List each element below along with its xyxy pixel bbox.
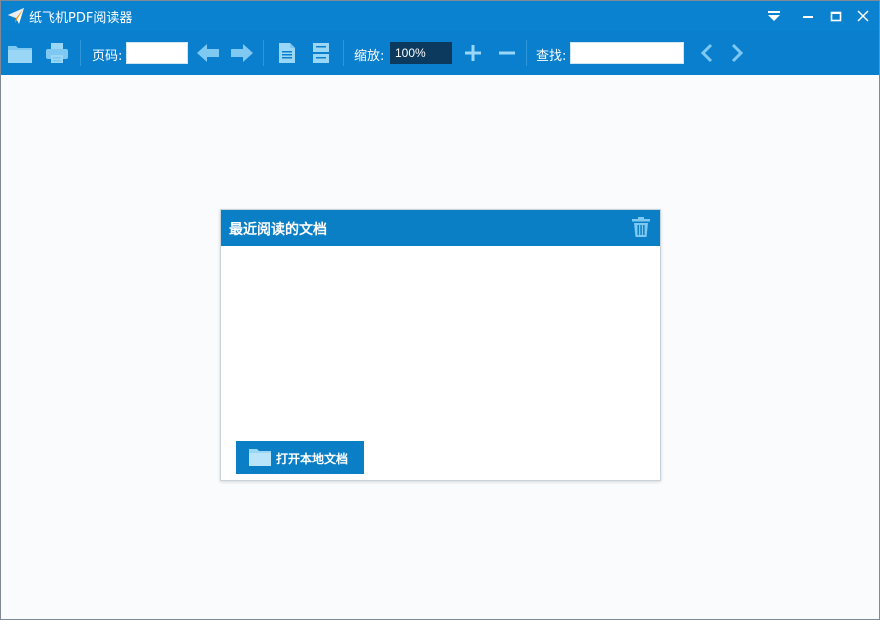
toolbar-separator [263, 40, 264, 66]
minimize-icon [803, 16, 813, 18]
previous-page-button[interactable] [196, 40, 220, 66]
toolbar-separator [80, 40, 81, 66]
find-input[interactable] [570, 42, 684, 64]
single-page-view-button[interactable] [277, 40, 297, 66]
recent-documents-list [221, 246, 660, 436]
folder-icon [8, 46, 32, 63]
clear-history-trash-icon[interactable] [631, 216, 651, 238]
zoom-label: 缩放: [354, 49, 385, 64]
chevron-left-icon [700, 43, 713, 63]
folder-icon [249, 449, 271, 466]
app-title: 纸飞机PDF阅读器 [29, 11, 133, 26]
title-bar: 纸飞机PDF阅读器 [1, 1, 879, 31]
toolbar: 页码: 缩放: 100% 查找: [1, 31, 879, 75]
find-next-button[interactable] [728, 40, 746, 66]
chevron-right-icon [731, 43, 744, 63]
open-local-document-button[interactable]: 打开本地文档 [236, 441, 364, 474]
paper-plane-logo-icon [8, 8, 24, 24]
plus-icon [465, 45, 481, 61]
recent-documents-title: 最近阅读的文档 [229, 222, 327, 238]
arrow-right-icon [231, 44, 253, 62]
open-local-document-label: 打开本地文档 [276, 452, 349, 466]
page-label: 页码: [92, 49, 123, 64]
minimize-button[interactable] [797, 5, 819, 27]
print-button[interactable] [44, 40, 70, 66]
page-number-input[interactable] [126, 42, 188, 64]
dropdown-triangle-icon [768, 11, 780, 21]
arrow-left-icon [197, 44, 219, 62]
app-window: 纸飞机PDF阅读器 页码: 缩放: 100% 查找: 最近阅读的文档 打开本地文… [0, 0, 880, 620]
maximize-button[interactable] [825, 5, 847, 27]
document-icon [279, 43, 295, 63]
recent-documents-header: 最近阅读的文档 [221, 210, 660, 246]
close-icon [857, 10, 869, 22]
double-page-icon [313, 43, 329, 63]
zoom-out-button[interactable] [497, 40, 517, 66]
printer-icon [46, 43, 68, 63]
menu-dropdown-button[interactable] [763, 5, 785, 27]
zoom-input[interactable] [390, 42, 452, 64]
maximize-icon [830, 11, 842, 22]
next-page-button[interactable] [230, 40, 254, 66]
find-previous-button[interactable] [698, 40, 716, 66]
open-file-button[interactable] [7, 40, 33, 66]
zoom-in-button[interactable] [463, 40, 483, 66]
toolbar-separator [526, 40, 527, 66]
recent-documents-panel: 最近阅读的文档 打开本地文档 [220, 209, 661, 481]
minus-icon [499, 51, 515, 55]
toolbar-separator [343, 40, 344, 66]
continuous-view-button[interactable] [311, 40, 331, 66]
close-button[interactable] [852, 5, 874, 27]
find-label: 查找: [536, 49, 567, 64]
